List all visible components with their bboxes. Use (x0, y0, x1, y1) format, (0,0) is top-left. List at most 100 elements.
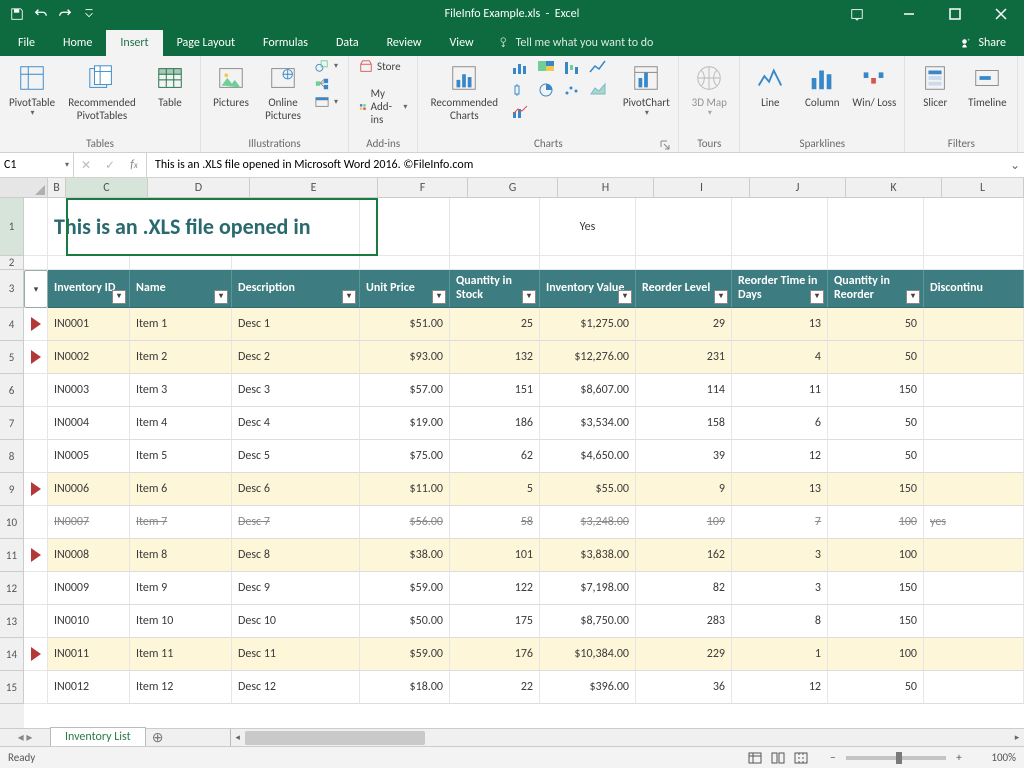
sparkline-line-button[interactable]: Line (746, 58, 794, 113)
store-button[interactable]: Store (355, 58, 411, 74)
cell[interactable] (924, 638, 1024, 671)
cell[interactable]: Yes (540, 198, 636, 256)
col-H[interactable]: H (558, 178, 654, 197)
cell[interactable]: 132 (450, 341, 540, 374)
slicer-button[interactable]: Slicer (911, 58, 959, 113)
cell[interactable]: $75.00 (360, 440, 450, 473)
filter-indicator-button[interactable]: ▾ (24, 270, 48, 308)
cell[interactable]: IN0007 (48, 506, 130, 539)
cell[interactable]: IN0001 (48, 308, 130, 341)
grid-content[interactable]: This is an .XLS file opened inYesInvento… (48, 198, 1024, 728)
cell[interactable]: 158 (636, 407, 732, 440)
cell[interactable]: 283 (636, 605, 732, 638)
filter-button[interactable]: ▾ (432, 290, 446, 304)
row-6[interactable]: 6 (0, 374, 24, 407)
name-box[interactable]: C1▾ (0, 153, 74, 177)
cell[interactable] (540, 256, 636, 270)
cell[interactable]: Desc 1 (232, 308, 360, 341)
cell[interactable]: $3,838.00 (540, 539, 636, 572)
cell[interactable]: 82 (636, 572, 732, 605)
online-pictures-button[interactable]: Online Pictures (259, 58, 307, 126)
charts-launcher-icon[interactable] (660, 140, 670, 150)
row-11[interactable]: 11 (0, 539, 24, 572)
row-5[interactable]: 5 (0, 341, 24, 374)
cell[interactable]: 8 (732, 605, 828, 638)
cell[interactable]: $8,607.00 (540, 374, 636, 407)
cell[interactable]: Item 7 (130, 506, 232, 539)
cell[interactable]: 4 (732, 341, 828, 374)
cell[interactable]: 50 (828, 407, 924, 440)
cell[interactable]: $3,248.00 (540, 506, 636, 539)
cell[interactable]: $8,750.00 (540, 605, 636, 638)
cell[interactable]: $59.00 (360, 572, 450, 605)
cell[interactable]: 151 (450, 374, 540, 407)
cell[interactable]: 39 (636, 440, 732, 473)
undo-icon[interactable] (30, 3, 52, 25)
cell[interactable]: 36 (636, 671, 732, 704)
close-button[interactable] (978, 0, 1024, 28)
cell[interactable]: 175 (450, 605, 540, 638)
cell[interactable]: Desc 10 (232, 605, 360, 638)
share-button[interactable]: + Share (946, 30, 1020, 56)
cell[interactable] (636, 256, 732, 270)
cell[interactable]: Item 6 (130, 473, 232, 506)
add-sheet-button[interactable]: ⊕ (146, 729, 170, 747)
row-3[interactable]: 3 (0, 270, 24, 308)
cell[interactable]: Item 3 (130, 374, 232, 407)
cell[interactable]: $1,275.00 (540, 308, 636, 341)
cell[interactable] (360, 198, 450, 256)
cell[interactable] (450, 256, 540, 270)
row-12[interactable]: 12 (0, 572, 24, 605)
cell[interactable]: 5 (450, 473, 540, 506)
cell[interactable]: 6 (732, 407, 828, 440)
cell[interactable]: Unit Price▾ (360, 270, 450, 308)
cell[interactable]: Reorder Level▾ (636, 270, 732, 308)
cell[interactable]: Name▾ (130, 270, 232, 308)
row-4[interactable]: 4 (0, 308, 24, 341)
filter-button[interactable]: ▾ (342, 290, 356, 304)
cell[interactable]: 50 (828, 671, 924, 704)
row-8[interactable]: 8 (0, 440, 24, 473)
filter-button[interactable]: ▾ (618, 290, 632, 304)
cell[interactable]: $50.00 (360, 605, 450, 638)
cell[interactable]: yes (924, 506, 1024, 539)
col-E[interactable]: E (250, 178, 378, 197)
col-F[interactable]: F (378, 178, 468, 197)
sparkline-column-button[interactable]: Column (798, 58, 846, 113)
cell[interactable]: Inventory Value▾ (540, 270, 636, 308)
cell[interactable]: 9 (636, 473, 732, 506)
smartart-button[interactable] (311, 76, 342, 92)
sparkline-winloss-button[interactable]: Win/ Loss (850, 58, 898, 113)
cell[interactable]: 150 (828, 473, 924, 506)
cell[interactable]: Item 8 (130, 539, 232, 572)
filter-button[interactable]: ▾ (112, 290, 126, 304)
cell[interactable]: 62 (450, 440, 540, 473)
cell[interactable]: IN0006 (48, 473, 130, 506)
chart-line-button[interactable] (586, 58, 610, 78)
cell[interactable]: IN0002 (48, 341, 130, 374)
cell[interactable]: $51.00 (360, 308, 450, 341)
row-10[interactable]: 10 (0, 506, 24, 539)
cell[interactable]: 12 (732, 440, 828, 473)
filter-button[interactable]: ▾ (714, 290, 728, 304)
cell[interactable]: IN0009 (48, 572, 130, 605)
tab-formulas[interactable]: Formulas (249, 30, 322, 56)
cell[interactable]: 150 (828, 605, 924, 638)
chart-column-button[interactable] (508, 58, 532, 78)
cell[interactable]: Item 11 (130, 638, 232, 671)
cell[interactable]: 231 (636, 341, 732, 374)
chart-surface-button[interactable] (586, 80, 610, 100)
cell[interactable]: 12 (732, 671, 828, 704)
row-7[interactable]: 7 (0, 407, 24, 440)
chart-pie-button[interactable] (534, 80, 558, 100)
cell[interactable]: $56.00 (360, 506, 450, 539)
cell[interactable]: Quantity in Reorder▾ (828, 270, 924, 308)
cell[interactable]: 22 (450, 671, 540, 704)
filter-button[interactable]: ▾ (810, 290, 824, 304)
cell[interactable]: $4,650.00 (540, 440, 636, 473)
cell[interactable]: Desc 2 (232, 341, 360, 374)
cell[interactable]: 25 (450, 308, 540, 341)
cell[interactable]: $59.00 (360, 638, 450, 671)
cell[interactable]: $7,198.00 (540, 572, 636, 605)
cell[interactable]: 50 (828, 440, 924, 473)
